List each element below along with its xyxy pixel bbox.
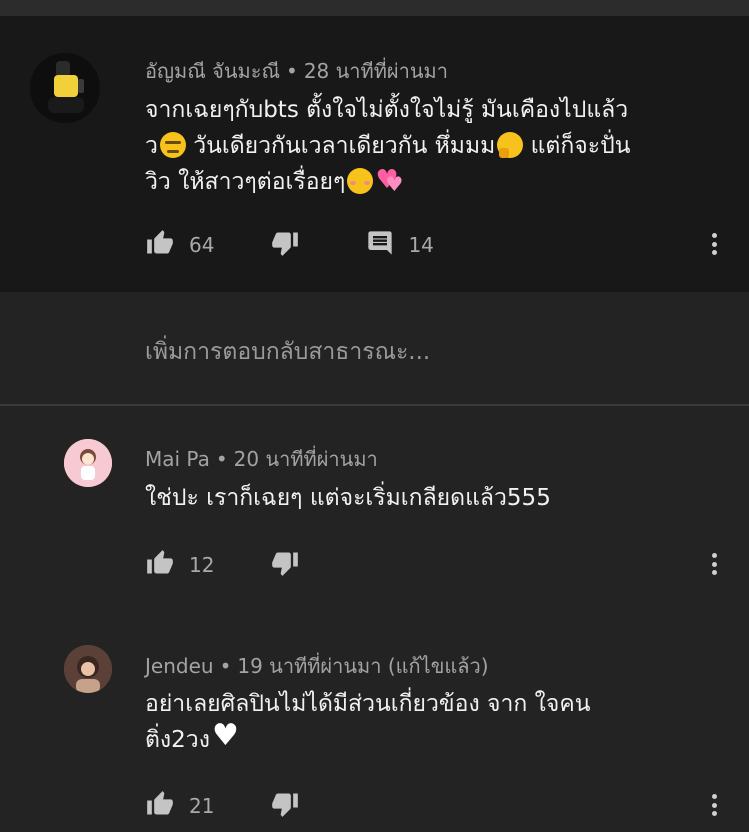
divider [0, 404, 749, 406]
reply-count[interactable]: 14 [408, 233, 433, 257]
comment-line: อย่าเลยศิลปินไม่ได้มีส่วนเกี่ยวข้อง จาก … [145, 691, 591, 717]
comment-actions: 64 14 [145, 230, 434, 260]
separator-dot: • [219, 654, 232, 678]
two-hearts-emoji-icon [375, 162, 405, 202]
kissing-face-emoji-icon [347, 168, 374, 194]
comment-actions: 12 [145, 550, 300, 580]
author-name[interactable]: Jendeu [145, 654, 214, 678]
thumb-up-icon[interactable] [145, 549, 175, 581]
timestamp[interactable]: 20 นาทีที่ผ่านมา [234, 447, 378, 471]
like-count: 64 [189, 233, 215, 257]
thumb-up-icon[interactable] [145, 229, 175, 261]
comment-meta: Mai Pa • 20 นาทีที่ผ่านมา [145, 443, 378, 475]
comment-line: ติ่ง2วง [145, 727, 210, 753]
avatar[interactable] [30, 53, 100, 123]
separator-dot: • [215, 447, 228, 471]
reply-input[interactable]: เพิ่มการตอบกลับสาธารณะ... [145, 334, 430, 370]
separator-dot: • [286, 59, 298, 83]
avatar[interactable] [64, 439, 112, 487]
comment-line: ใช่ปะ เราก็เฉยๆ แต่จะเริ่มเกลียดแล้ว555 [145, 485, 551, 511]
more-vert-icon[interactable] [709, 553, 719, 579]
neutral-face-emoji-icon [159, 132, 186, 158]
comment-text: อย่าเลยศิลปินไม่ได้มีส่วนเกี่ยวข้อง จาก … [145, 686, 725, 758]
more-vert-icon[interactable] [709, 233, 719, 259]
comment-text: จากเฉยๆกับbts ตั้งใจไม่ตั้งใจไม่รู้ มันเ… [145, 92, 725, 202]
timestamp[interactable]: 19 นาทีที่ผ่านมา [237, 654, 381, 678]
comment-actions: 21 [145, 791, 300, 821]
comment-line: แต่ก็จะปั่น [523, 133, 631, 159]
like-count: 12 [189, 553, 215, 577]
thumb-down-icon[interactable] [270, 229, 300, 261]
thumb-down-icon[interactable] [270, 549, 300, 581]
comment-meta: Jendeu • 19 นาทีที่ผ่านมา (แก้ไขแล้ว) [145, 650, 489, 682]
like-count: 21 [189, 794, 215, 818]
comment-meta: อัญมณี จันมะณี • 28 นาทีที่ผ่านมา [145, 55, 448, 87]
white-heart-emoji-icon [212, 718, 240, 754]
author-name[interactable]: Mai Pa [145, 447, 210, 471]
comment-icon[interactable] [366, 229, 394, 261]
avatar[interactable] [64, 645, 112, 693]
thinking-face-emoji-icon [497, 132, 524, 158]
comment-line: ว [145, 133, 158, 159]
comment-line: วันเดียวกันเวลาเดียวกัน หึ่มมม [185, 133, 496, 159]
thumb-down-icon[interactable] [270, 790, 300, 822]
edited-label: (แก้ไขแล้ว) [387, 654, 489, 678]
thumb-up-icon[interactable] [145, 790, 175, 822]
comment-line: วิว ให้สาวๆต่อเรื่อยๆ [145, 169, 346, 195]
more-vert-icon[interactable] [709, 794, 719, 820]
author-name[interactable]: อัญมณี จันมะณี [145, 59, 280, 83]
timestamp[interactable]: 28 นาทีที่ผ่านมา [304, 59, 448, 83]
comment-text: ใช่ปะ เราก็เฉยๆ แต่จะเริ่มเกลียดแล้ว555 [145, 480, 725, 516]
comment-line: จากเฉยๆกับbts ตั้งใจไม่ตั้งใจไม่รู้ มันเ… [145, 97, 629, 123]
top-bar [0, 0, 749, 16]
